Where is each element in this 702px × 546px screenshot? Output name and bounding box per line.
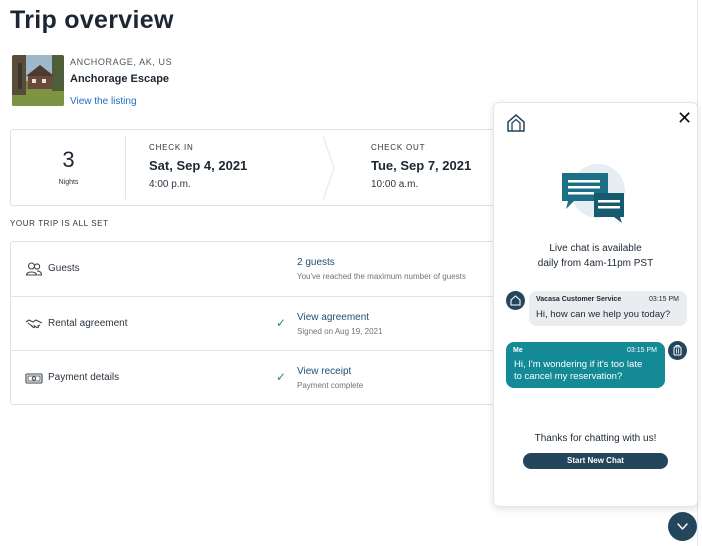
nights-label: Nights: [58, 179, 79, 186]
start-new-chat-button[interactable]: Start New Chat: [523, 453, 668, 469]
detail-row-payment: Payment details ✓ View receipt Payment c…: [11, 350, 509, 404]
chat-bubbles-icon: [562, 164, 625, 223]
chat-thanks: Thanks for chatting with us!: [534, 433, 657, 444]
trip-status-heading: YOUR TRIP IS ALL SET: [10, 219, 109, 228]
guests-subtext: You've reached the maximum number of gue…: [297, 272, 466, 281]
luggage-icon: [673, 345, 682, 356]
payment-details-label: Payment details: [48, 372, 120, 383]
check-in-caption: CHECK IN: [149, 143, 194, 152]
check-in-time: 4:00 p.m.: [149, 179, 191, 190]
check-out-caption: CHECK OUT: [371, 143, 426, 152]
vacasa-house-icon: [510, 295, 521, 306]
user-message-text: Hi, I'm wondering if it's too late to ca…: [514, 359, 642, 383]
user-avatar: [668, 341, 687, 360]
trip-details-card: Guests 2 guests You've reached the maxim…: [10, 241, 510, 405]
check-out-block: CHECK OUT Tue, Sep 7, 2021 10:00 a.m.: [371, 143, 471, 190]
view-agreement-link[interactable]: View agreement: [297, 312, 369, 323]
live-chat-panel: ✕ Live chat is available daily from 4am-…: [493, 102, 698, 507]
view-receipt-link[interactable]: View receipt: [297, 366, 351, 377]
guests-icon: [25, 262, 43, 276]
payment-subtext: Payment complete: [297, 381, 364, 390]
user-message-bubble: Me 03:15 PM Hi, I'm wondering if it's to…: [506, 342, 665, 388]
close-icon[interactable]: ✕: [677, 109, 692, 127]
detail-row-rental-agreement: Rental agreement ✓ View agreement Signed…: [11, 296, 509, 350]
user-message-time: 03:15 PM: [627, 347, 657, 354]
check-out-time: 10:00 a.m.: [371, 179, 419, 190]
vacasa-logo-icon: [507, 114, 525, 132]
handshake-icon: [25, 319, 43, 329]
guests-label: Guests: [48, 263, 80, 274]
user-sender: Me: [513, 347, 523, 354]
agent-message-time: 03:15 PM: [649, 296, 679, 303]
agent-message-bubble: Vacasa Customer Service 03:15 PM Hi, how…: [529, 291, 687, 326]
guests-link[interactable]: 2 guests: [297, 257, 335, 268]
agent-sender: Vacasa Customer Service: [536, 296, 622, 303]
nights-count: 3: [62, 147, 75, 172]
checkmark-icon: ✓: [276, 316, 287, 330]
agent-message-text: Hi, how can we help you today?: [536, 309, 671, 320]
rental-agreement-label: Rental agreement: [48, 318, 128, 329]
divider: [125, 136, 126, 199]
detail-row-guests: Guests 2 guests You've reached the maxim…: [11, 242, 509, 296]
view-listing-link[interactable]: View the listing: [70, 96, 137, 107]
stay-dates-card: 3 Nights CHECK IN Sat, Sep 4, 2021 4:00 …: [10, 129, 510, 206]
chevron-divider-icon: [322, 135, 335, 201]
check-in-block: CHECK IN Sat, Sep 4, 2021 4:00 p.m.: [149, 143, 247, 190]
listing-photo[interactable]: [12, 55, 64, 106]
user-message-line1: Hi, I'm wondering if it's too late: [514, 359, 643, 370]
page-title: Trip overview: [10, 6, 174, 34]
check-in-date: Sat, Sep 4, 2021: [149, 158, 248, 173]
agreement-subtext: Signed on Aug 19, 2021: [297, 327, 383, 336]
chat-availability: Live chat is available daily from 4am-11…: [494, 241, 697, 271]
cash-icon: [25, 373, 43, 384]
chat-minimize-button[interactable]: [668, 512, 697, 541]
chevron-down-icon: [677, 523, 688, 530]
checkmark-icon: ✓: [276, 370, 287, 384]
availability-line2: daily from 4am-11pm PST: [537, 258, 654, 269]
user-message-line2: to cancel my reservation?: [514, 371, 623, 382]
agent-avatar: [506, 291, 525, 310]
check-out-date: Tue, Sep 7, 2021: [371, 158, 472, 173]
availability-line1: Live chat is available: [549, 243, 642, 254]
listing-name: Anchorage Escape: [70, 73, 170, 85]
listing-location: ANCHORAGE, AK, US: [70, 57, 173, 67]
